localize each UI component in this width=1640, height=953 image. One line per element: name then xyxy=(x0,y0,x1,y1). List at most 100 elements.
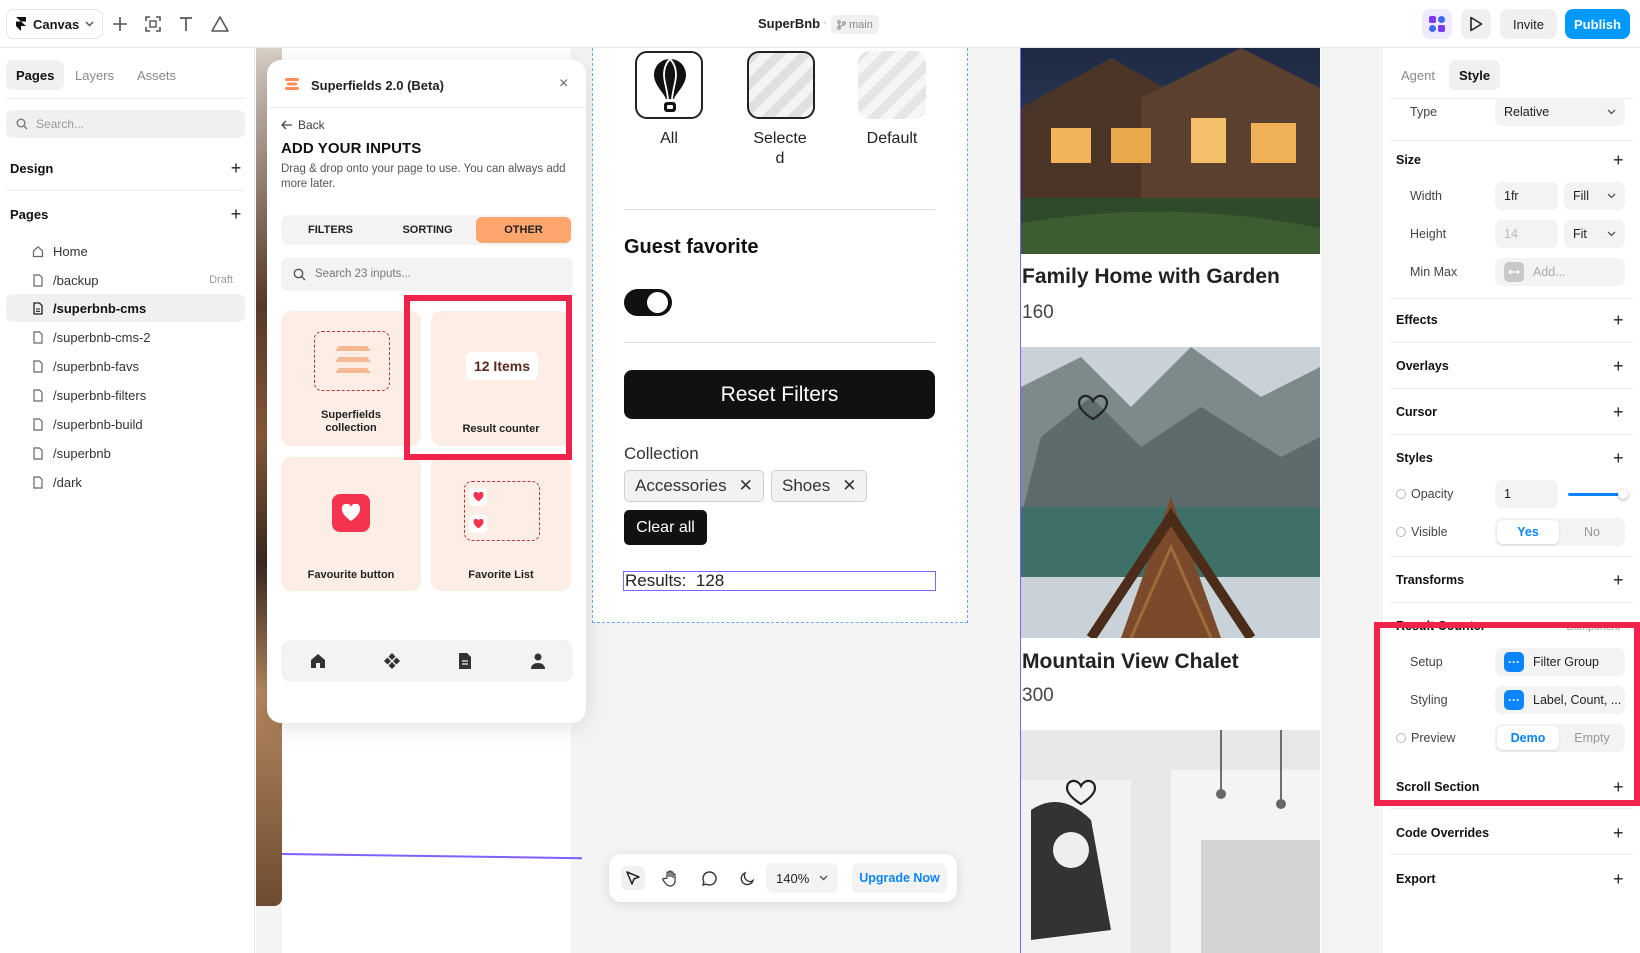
visible-yes-option[interactable]: Yes xyxy=(1497,520,1559,544)
home-icon[interactable] xyxy=(309,652,327,670)
divider xyxy=(6,190,245,191)
page-item-backup[interactable]: /backup Draft xyxy=(6,266,245,294)
tab-style[interactable]: Style xyxy=(1449,60,1501,90)
height-input[interactable]: 14 xyxy=(1495,220,1558,248)
user-icon[interactable] xyxy=(529,652,547,670)
tab-layers[interactable]: Layers xyxy=(65,60,124,90)
preview-play-button[interactable] xyxy=(1461,9,1491,39)
add-code-override-plus-icon[interactable]: + xyxy=(1613,824,1624,842)
superfields-collection-card[interactable]: Superfields collection xyxy=(281,311,421,446)
ai-agent-button[interactable] xyxy=(1422,9,1452,39)
add-style-plus-icon[interactable]: + xyxy=(1613,449,1624,467)
chip-accessories[interactable]: Accessories ✕ xyxy=(624,470,764,502)
hand-tool-icon[interactable] xyxy=(659,866,683,890)
tab-agent[interactable]: Agent xyxy=(1391,60,1445,90)
opacity-slider[interactable] xyxy=(1568,489,1628,499)
favourite-button-card[interactable]: Favourite button xyxy=(281,457,421,591)
overlays-section-title: Overlays xyxy=(1396,359,1449,373)
add-design-plus-icon[interactable]: + xyxy=(228,158,244,178)
add-scroll-section-plus-icon[interactable]: + xyxy=(1613,778,1624,796)
min-max-input[interactable]: Add... xyxy=(1495,258,1625,286)
tab-other[interactable]: OTHER xyxy=(476,217,571,243)
components-icon[interactable] xyxy=(383,652,401,670)
close-icon[interactable]: ✕ xyxy=(842,476,856,496)
default-option-card[interactable] xyxy=(858,51,926,119)
chip-label: Shoes xyxy=(782,476,831,495)
project-title[interactable]: SuperBnb xyxy=(758,16,820,31)
selected-option-card[interactable] xyxy=(747,51,815,119)
add-page-plus-icon[interactable]: + xyxy=(228,204,244,224)
invite-button[interactable]: Invite xyxy=(1500,9,1557,39)
listing-image-family-home[interactable] xyxy=(1021,48,1320,254)
page-item-superbnb-cms[interactable]: /superbnb-cms xyxy=(6,294,245,322)
add-size-plus-icon[interactable]: + xyxy=(1613,151,1624,169)
width-mode-select[interactable]: Fill xyxy=(1564,182,1625,210)
add-export-plus-icon[interactable]: + xyxy=(1613,870,1624,888)
upgrade-now-button[interactable]: Upgrade Now xyxy=(852,863,947,893)
reset-filters-button[interactable]: Reset Filters xyxy=(624,370,935,419)
tab-sorting[interactable]: SORTING xyxy=(380,217,475,243)
add-transform-plus-icon[interactable]: + xyxy=(1613,571,1624,589)
insert-icon[interactable] xyxy=(109,13,131,35)
tab-filters[interactable]: FILTERS xyxy=(283,217,378,243)
tab-assets[interactable]: Assets xyxy=(127,60,186,90)
branch-badge[interactable]: main xyxy=(831,15,879,34)
page-icon xyxy=(33,301,43,315)
width-input[interactable]: 1fr xyxy=(1495,182,1558,210)
dark-mode-moon-icon[interactable] xyxy=(735,866,759,890)
result-counter-card[interactable]: 12 Items Result counter xyxy=(431,311,571,446)
clear-all-button[interactable]: Clear all xyxy=(624,510,707,545)
add-overlay-plus-icon[interactable]: + xyxy=(1613,357,1624,375)
page-item-superbnb-filters[interactable]: /superbnb-filters xyxy=(6,381,245,409)
inputs-search-input[interactable]: Search 23 inputs... xyxy=(281,257,573,291)
chip-shoes[interactable]: Shoes ✕ xyxy=(771,470,868,502)
add-effect-plus-icon[interactable]: + xyxy=(1613,311,1624,329)
listing-title[interactable]: Family Home with Garden xyxy=(1022,265,1280,289)
publish-button[interactable]: Publish xyxy=(1565,9,1630,39)
all-option-card[interactable] xyxy=(635,51,703,119)
page-item-superbnb-cms-2[interactable]: /superbnb-cms-2 xyxy=(6,323,245,351)
favorite-list-card[interactable]: Favorite List xyxy=(431,457,571,591)
visible-no-option[interactable]: No xyxy=(1561,520,1623,544)
page-item-superbnb-build[interactable]: /superbnb-build xyxy=(6,410,245,438)
canvas-menu-button[interactable]: Canvas xyxy=(6,9,104,39)
back-link[interactable]: Back xyxy=(281,118,325,132)
vector-tool-icon[interactable] xyxy=(209,13,231,35)
design-canvas[interactable]: Superfields 2.0 (Beta) × Back ADD YOUR I… xyxy=(256,48,1380,953)
add-cursor-plus-icon[interactable]: + xyxy=(1613,403,1624,421)
filter-preview-frame[interactable]: All Selecte d Default Guest favorite Res… xyxy=(592,48,968,623)
page-item-dark[interactable]: /dark xyxy=(6,468,245,496)
styling-control[interactable]: ··· Label, Count, ... xyxy=(1495,686,1625,714)
opacity-input[interactable]: 1 xyxy=(1495,480,1558,508)
preview-demo-option[interactable]: Demo xyxy=(1497,726,1559,750)
page-item-superbnb[interactable]: /superbnb xyxy=(6,439,245,467)
plugin-tab-bar: FILTERS SORTING OTHER xyxy=(281,215,573,245)
preview-empty-option[interactable]: Empty xyxy=(1561,726,1623,750)
listing-title[interactable]: Mountain View Chalet xyxy=(1022,650,1239,674)
pages-search-input[interactable]: Search... xyxy=(6,110,245,138)
document-icon[interactable] xyxy=(456,652,474,670)
result-counter-element[interactable]: Results: 128 xyxy=(623,571,936,591)
close-icon[interactable]: ✕ xyxy=(739,476,753,496)
select-tool-icon[interactable] xyxy=(621,866,645,890)
card-label-line: Superfields xyxy=(321,409,381,421)
page-item-superbnb-favs[interactable]: /superbnb-favs xyxy=(6,352,245,380)
text-tool-icon[interactable] xyxy=(175,13,197,35)
page-item-home[interactable]: Home xyxy=(6,237,245,265)
comment-tool-icon[interactable] xyxy=(697,866,721,890)
listing-image-interior[interactable] xyxy=(1021,730,1320,953)
height-mode-select[interactable]: Fit xyxy=(1564,220,1625,248)
properties-panel: Agent Style Type Relative Size + Width 1… xyxy=(1381,48,1640,953)
close-icon[interactable]: × xyxy=(559,75,568,93)
listing-image-mountain-chalet[interactable] xyxy=(1021,347,1320,638)
slider-handle[interactable] xyxy=(1618,489,1628,499)
guest-favorite-toggle[interactable] xyxy=(624,289,672,316)
tab-pages[interactable]: Pages xyxy=(6,60,65,90)
code-overrides-section-title: Code Overrides xyxy=(1396,826,1490,840)
setup-control[interactable]: ··· Filter Group xyxy=(1495,648,1625,676)
frame-icon[interactable] xyxy=(142,13,164,35)
listings-column[interactable]: Family Home with Garden 160 Mountain Vie… xyxy=(1020,48,1321,953)
zoom-select[interactable]: 140% xyxy=(766,863,838,893)
type-select[interactable]: Relative xyxy=(1495,98,1625,126)
search-placeholder: Search... xyxy=(36,117,85,131)
